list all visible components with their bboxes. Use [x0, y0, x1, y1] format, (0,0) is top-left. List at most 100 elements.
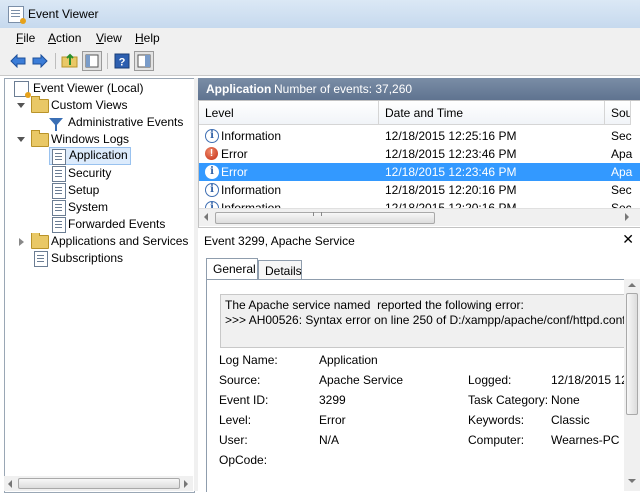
source-value: Apache Service: [319, 373, 404, 387]
tree-item-applications-and-services[interactable]: Applications and Services Lo: [5, 233, 191, 250]
opcode-label: OpCode:: [219, 453, 268, 467]
tree-item-system[interactable]: System: [5, 199, 191, 216]
tree-item-security[interactable]: Security: [5, 165, 191, 182]
column-header-date-time[interactable]: Date and Time: [379, 101, 605, 125]
detail-vertical-scrollbar[interactable]: [624, 279, 640, 491]
scroll-left-arrow-icon[interactable]: [8, 480, 12, 488]
tree-item-setup[interactable]: Setup: [5, 182, 191, 199]
navigation-tree: Event Viewer (Local) Custom Views Admini…: [4, 78, 195, 493]
scrollbar-thumb[interactable]: [215, 212, 435, 224]
row-source: Apa: [611, 147, 633, 161]
log-icon: [52, 200, 66, 216]
log-header: Application Number of events: 37,260: [198, 78, 640, 100]
forward-arrow-icon[interactable]: [30, 51, 50, 71]
log-icon: [52, 183, 66, 199]
folder-icon: [31, 96, 49, 113]
tree-item-windows-logs[interactable]: Windows Logs: [5, 130, 191, 148]
table-row[interactable]: i Information 12/18/2015 12:25:16 PM Sec: [199, 127, 640, 145]
menu-help[interactable]: Help: [135, 31, 160, 45]
show-hide-tree-icon[interactable]: [82, 51, 102, 71]
tree-item-label: Setup: [68, 183, 100, 197]
subscriptions-icon: [34, 251, 48, 267]
tree-item-administrative-events[interactable]: Administrative Events: [5, 114, 191, 131]
row-level: Information: [221, 201, 282, 208]
row-datetime: 12/18/2015 12:20:16 PM: [385, 183, 517, 197]
tree-item-label: Applications and Services Lo: [51, 234, 191, 248]
expand-arrow-icon[interactable]: [19, 238, 24, 246]
level-value: Error: [319, 413, 346, 427]
back-arrow-icon[interactable]: [8, 51, 28, 71]
event-id-label: Event ID:: [219, 393, 269, 407]
table-row[interactable]: i Information 12/18/2015 12:20:16 PM Sec: [199, 199, 640, 208]
event-id-value: 3299: [319, 393, 346, 407]
scroll-down-arrow-icon[interactable]: [628, 479, 636, 483]
grid-horizontal-scrollbar[interactable]: [199, 208, 640, 226]
tree-item-label: Administrative Events: [68, 115, 184, 129]
tab-details[interactable]: Details: [258, 260, 302, 280]
row-source: Sec: [611, 201, 632, 208]
row-level: Error: [221, 165, 248, 179]
row-datetime: 12/18/2015 12:23:46 PM: [385, 165, 517, 179]
logged-label: Logged:: [468, 373, 512, 387]
tree-item-event-viewer-local[interactable]: Event Viewer (Local): [5, 80, 191, 98]
task-category-value: None: [551, 393, 580, 407]
event-message[interactable]: The Apache service named reported the fo…: [220, 294, 629, 348]
table-row[interactable]: i Information 12/18/2015 12:20:16 PM Sec: [199, 181, 640, 199]
tree-item-custom-views[interactable]: Custom Views: [5, 96, 191, 114]
tree-item-application[interactable]: Application: [49, 147, 131, 165]
scroll-right-arrow-icon[interactable]: [625, 213, 629, 221]
row-level: Error: [221, 147, 248, 161]
log-icon: [52, 166, 66, 182]
log-name-label: Log Name:: [219, 353, 278, 367]
collapse-arrow-icon[interactable]: [17, 137, 25, 142]
tree-item-label: Custom Views: [51, 98, 128, 112]
user-value: N/A: [319, 433, 340, 447]
event-viewer-icon: [14, 81, 31, 98]
computer-label: Computer:: [468, 433, 525, 447]
tree-item-label: Application: [69, 148, 128, 162]
row-source: Apa: [611, 165, 633, 179]
show-hide-action-pane-icon[interactable]: [134, 51, 154, 71]
menu-action[interactable]: Action: [48, 31, 81, 45]
tree-item-subscriptions[interactable]: Subscriptions: [5, 250, 191, 267]
tree-horizontal-scrollbar[interactable]: [4, 476, 193, 491]
tree-item-forwarded-events[interactable]: Forwarded Events: [5, 216, 191, 233]
keywords-value: Classic: [551, 413, 590, 427]
row-level: Information: [221, 183, 282, 197]
log-icon: [52, 149, 66, 165]
error-icon: !: [205, 147, 218, 160]
folder-icon: [31, 130, 49, 147]
column-header-level[interactable]: Level: [199, 101, 379, 125]
computer-value: Wearnes-PC: [551, 433, 620, 447]
menu-view[interactable]: View: [96, 31, 122, 45]
tree-item-label: Forwarded Events: [68, 217, 166, 231]
scroll-left-arrow-icon[interactable]: [204, 213, 208, 221]
column-header-source[interactable]: Sou: [605, 101, 631, 125]
help-icon[interactable]: ?: [112, 51, 132, 71]
row-source: Sec: [611, 183, 632, 197]
close-icon[interactable]: ✕: [622, 231, 634, 248]
toolbar: ?: [0, 48, 640, 76]
folder-up-icon[interactable]: [60, 51, 80, 71]
tab-general[interactable]: General: [206, 258, 258, 280]
scrollbar-thumb[interactable]: [626, 293, 638, 415]
row-level: Information: [221, 129, 282, 143]
scrollbar-thumb[interactable]: [18, 478, 180, 489]
keywords-label: Keywords:: [468, 413, 525, 427]
event-viewer-icon: [8, 6, 26, 24]
logged-value: 12/18/2015 12: [551, 373, 628, 387]
task-category-label: Task Category:: [468, 393, 549, 407]
tree-item-label: Subscriptions: [51, 251, 124, 265]
svg-text:?: ?: [119, 57, 126, 69]
tree-item-label: Windows Logs: [51, 132, 130, 146]
collapse-arrow-icon[interactable]: [17, 103, 25, 108]
information-icon: i: [205, 165, 219, 179]
tree-item-label: System: [68, 200, 109, 214]
menu-file[interactable]: File: [16, 31, 35, 45]
event-count: Number of events: 37,260: [274, 82, 413, 96]
table-row[interactable]: ! Error 12/18/2015 12:23:46 PM Apa: [199, 145, 640, 163]
information-icon: i: [205, 183, 219, 197]
scroll-up-arrow-icon[interactable]: [628, 283, 636, 287]
scroll-right-arrow-icon[interactable]: [184, 480, 188, 488]
table-row-selected[interactable]: i Error 12/18/2015 12:23:46 PM Apa: [199, 163, 640, 181]
